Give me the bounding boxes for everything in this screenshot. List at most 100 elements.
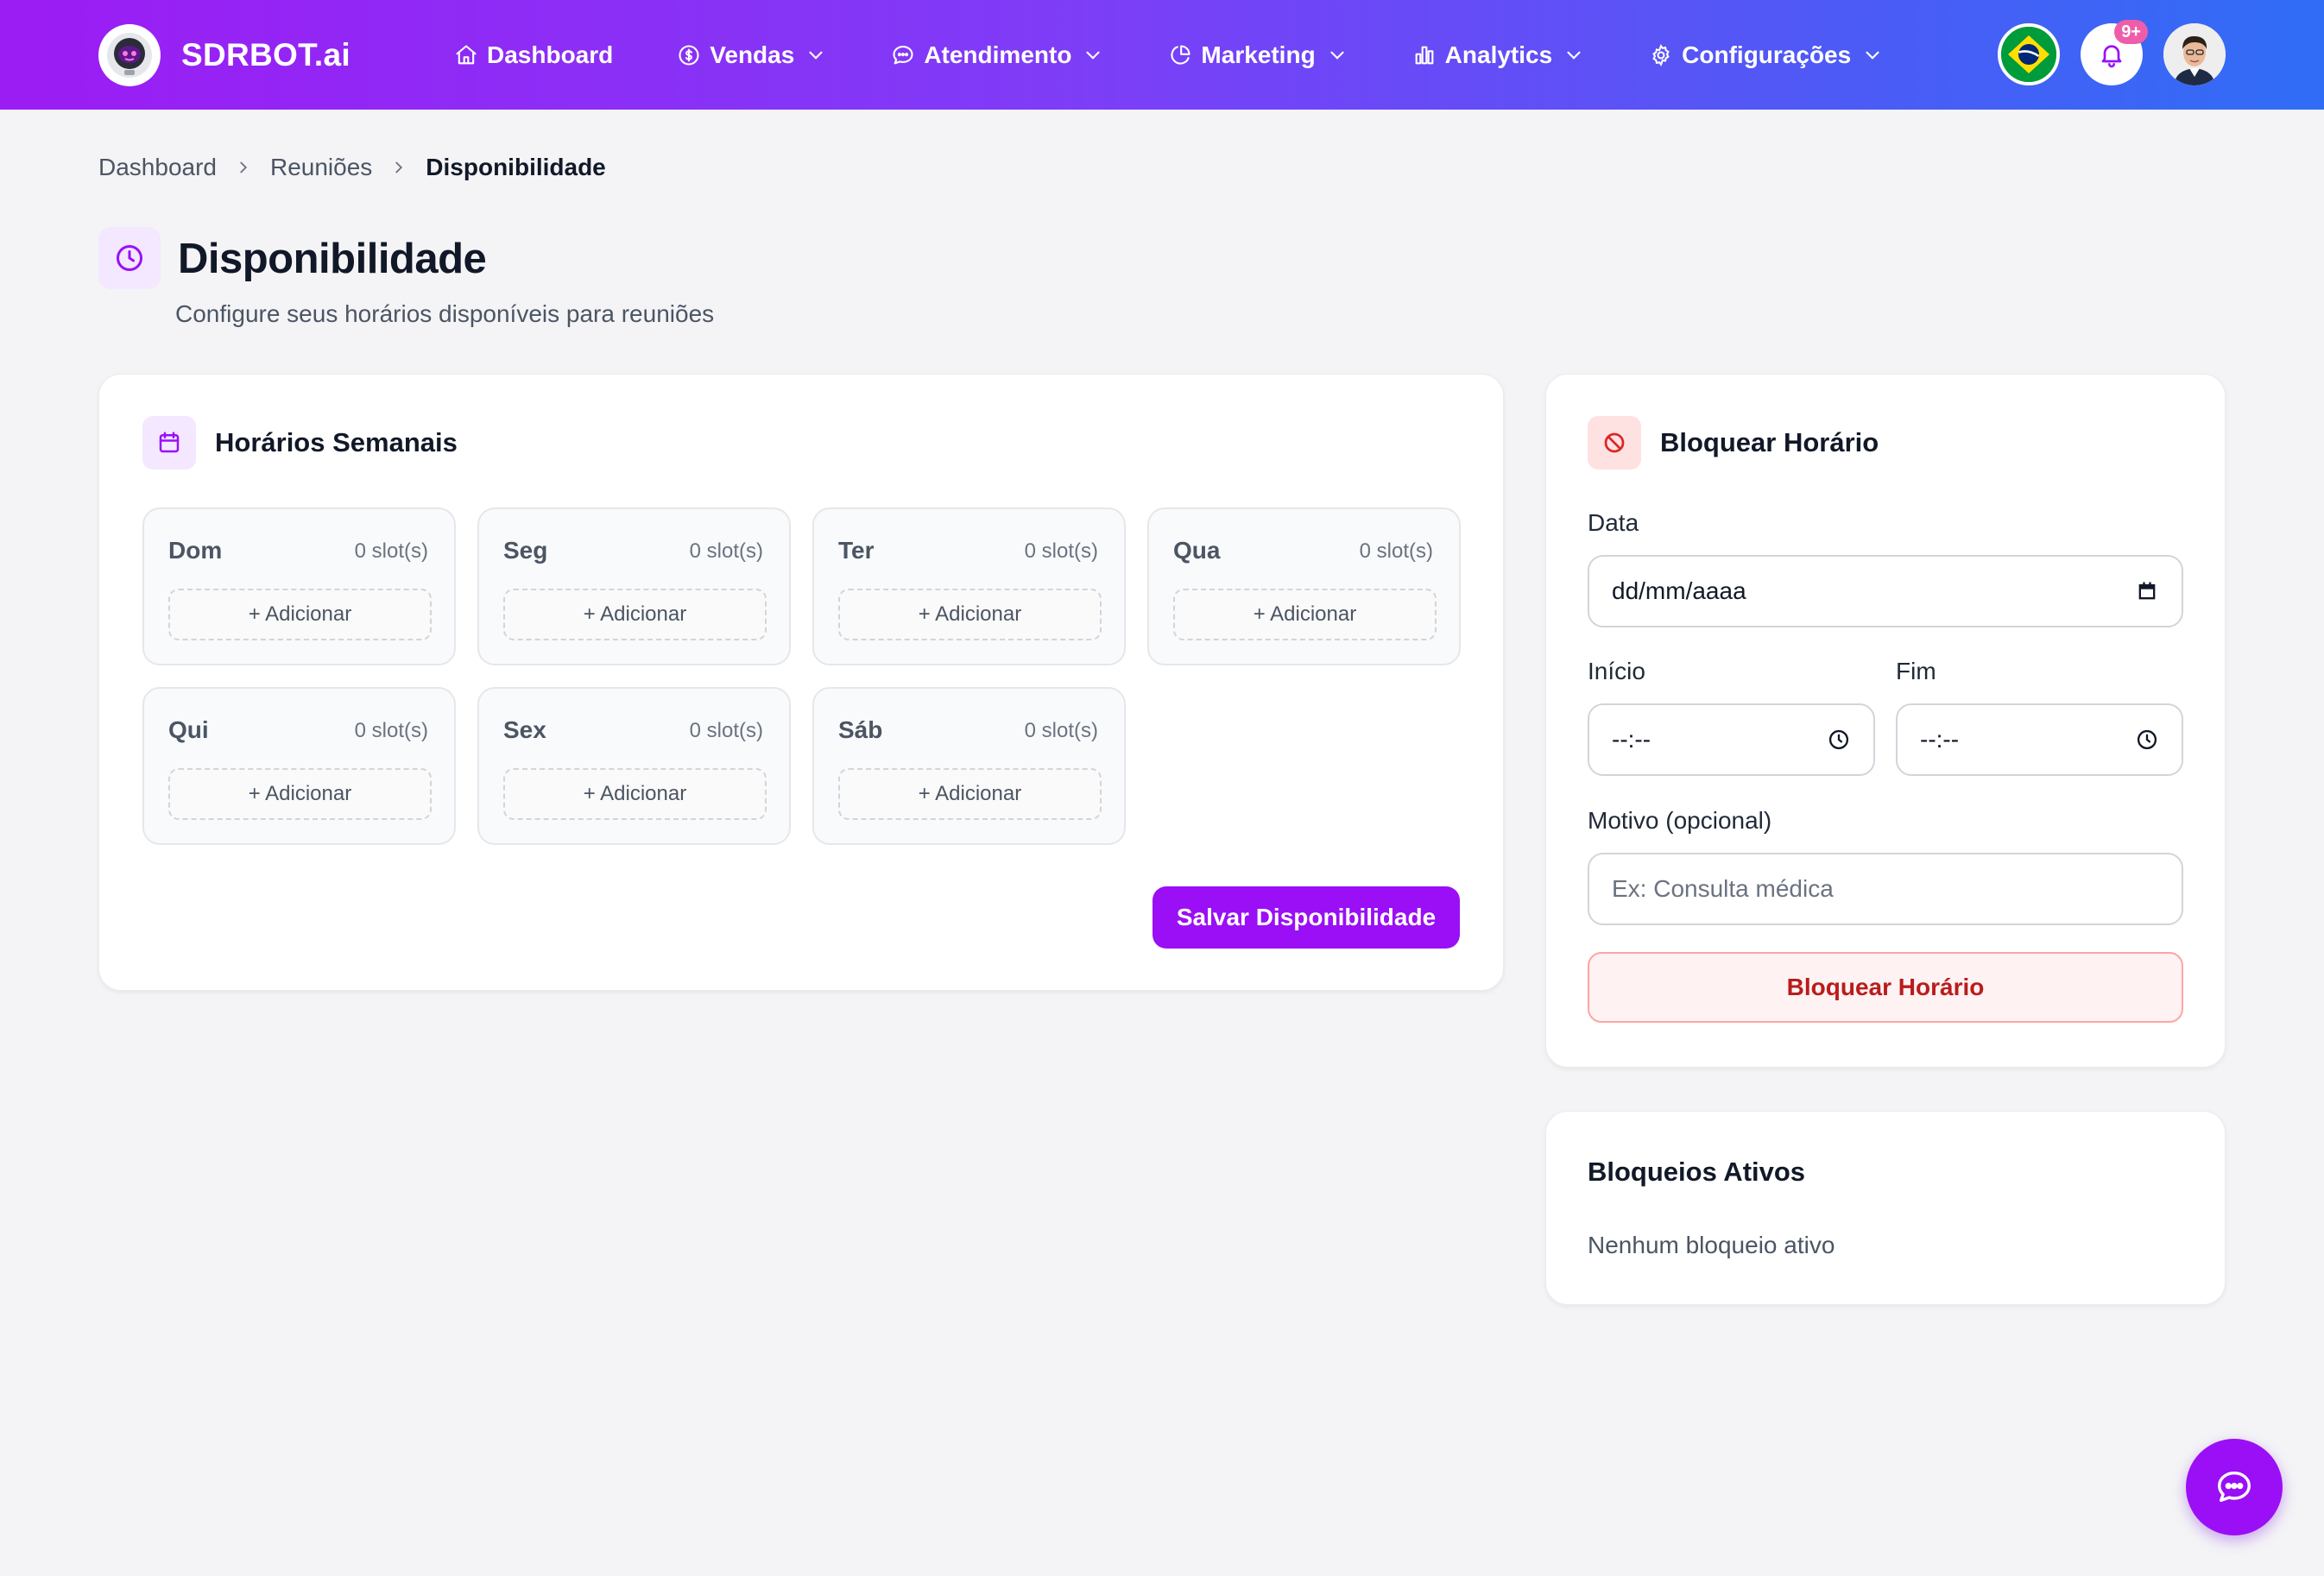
nav-item-vendas[interactable]: Vendas bbox=[677, 41, 827, 69]
nav-item-label: Marketing bbox=[1201, 41, 1316, 68]
save-availability-button[interactable]: Salvar Disponibilidade bbox=[1153, 886, 1460, 949]
nav-item-configuracoes[interactable]: Configurações bbox=[1649, 41, 1884, 69]
nav-item-marketing[interactable]: Marketing bbox=[1168, 41, 1348, 69]
block-time-title: Bloquear Horário bbox=[1660, 427, 1879, 457]
page-title: Disponibilidade bbox=[178, 236, 487, 282]
chevron-down-icon bbox=[1086, 51, 1101, 60]
add-slot-button-dom[interactable]: + Adicionar bbox=[168, 589, 432, 640]
brand-link[interactable]: SDRBOT.ai bbox=[98, 24, 350, 86]
reason-label: Motivo (opcional) bbox=[1588, 807, 1772, 834]
slot-count: 0 slot(s) bbox=[1024, 539, 1098, 563]
add-slot-button-seg[interactable]: + Adicionar bbox=[503, 589, 767, 640]
start-time-value: --:-- bbox=[1612, 726, 1651, 753]
day-name: Sáb bbox=[838, 716, 883, 743]
day-name: Sex bbox=[503, 716, 546, 743]
day-card-ter: Ter 0 slot(s) + Adicionar bbox=[812, 507, 1126, 665]
date-label: Data bbox=[1588, 509, 1639, 536]
chat-support-button[interactable] bbox=[2186, 1439, 2283, 1535]
active-blocks-card: Bloqueios Ativos Nenhum bloqueio ativo bbox=[1545, 1111, 2226, 1305]
block-time-button[interactable]: Bloquear Horário bbox=[1588, 952, 2183, 1023]
bell-icon bbox=[2101, 45, 2122, 68]
user-photo-icon bbox=[2163, 23, 2226, 85]
day-name: Qua bbox=[1173, 537, 1221, 564]
days-grid: Dom 0 slot(s) + Adicionar Seg 0 slot(s) … bbox=[142, 507, 1461, 845]
reason-input[interactable]: Ex: Consulta médica bbox=[1588, 853, 2183, 925]
slot-count: 0 slot(s) bbox=[1359, 539, 1433, 563]
top-navbar: SDRBOT.ai Dashboard Vendas Atendimento M… bbox=[0, 0, 2324, 110]
clock-icon bbox=[98, 227, 161, 289]
user-avatar[interactable] bbox=[2163, 23, 2226, 85]
brand-name: SDRBOT.ai bbox=[181, 37, 350, 72]
add-slot-button-qua[interactable]: + Adicionar bbox=[1173, 589, 1437, 640]
nav-item-label: Configurações bbox=[1682, 41, 1852, 68]
weekly-hours-header: Horários Semanais bbox=[142, 416, 458, 470]
end-label: Fim bbox=[1896, 658, 1936, 684]
slot-count: 0 slot(s) bbox=[354, 719, 428, 742]
brazil-flag-icon bbox=[2001, 27, 2056, 82]
slot-count: 0 slot(s) bbox=[689, 539, 763, 563]
add-slot-button-ter[interactable]: + Adicionar bbox=[838, 589, 1102, 640]
chevron-right-icon bbox=[240, 161, 248, 173]
chevron-down-icon bbox=[809, 51, 823, 60]
home-icon bbox=[456, 44, 477, 64]
weekly-hours-card: Horários Semanais Dom 0 slot(s) + Adicio… bbox=[98, 374, 1504, 991]
reason-placeholder: Ex: Consulta médica bbox=[1612, 875, 1834, 902]
calendar-icon bbox=[142, 416, 196, 470]
day-card-qui: Qui 0 slot(s) + Adicionar bbox=[142, 687, 456, 845]
ban-icon bbox=[1588, 416, 1641, 470]
breadcrumb: Dashboard Reuniões Disponibilidade bbox=[98, 154, 606, 181]
bar-chart-icon bbox=[1415, 46, 1434, 64]
block-time-header: Bloquear Horário bbox=[1588, 416, 1879, 470]
weekly-hours-title: Horários Semanais bbox=[215, 427, 458, 457]
add-slot-button-qui[interactable]: + Adicionar bbox=[168, 768, 432, 820]
gear-icon bbox=[1652, 43, 1670, 66]
chevron-down-icon bbox=[1330, 51, 1344, 60]
nav-item-label: Analytics bbox=[1444, 41, 1553, 68]
slot-count: 0 slot(s) bbox=[354, 539, 428, 563]
nav-item-dashboard[interactable]: Dashboard bbox=[454, 41, 613, 69]
clock-picker-icon[interactable] bbox=[2135, 728, 2159, 752]
breadcrumb-reunioes[interactable]: Reuniões bbox=[270, 154, 372, 181]
day-card-sex: Sex 0 slot(s) + Adicionar bbox=[477, 687, 791, 845]
slot-count: 0 slot(s) bbox=[689, 719, 763, 742]
day-name: Qui bbox=[168, 716, 209, 743]
main-nav: Dashboard Vendas Atendimento Marketing A… bbox=[454, 0, 1948, 110]
nav-item-analytics[interactable]: Analytics bbox=[1412, 41, 1586, 69]
nav-item-label: Vendas bbox=[710, 41, 795, 68]
day-card-sab: Sáb 0 slot(s) + Adicionar bbox=[812, 687, 1126, 845]
add-slot-button-sab[interactable]: + Adicionar bbox=[838, 768, 1102, 820]
active-blocks-title: Bloqueios Ativos bbox=[1588, 1157, 1806, 1187]
pie-chart-icon bbox=[1171, 44, 1190, 65]
breadcrumb-dashboard[interactable]: Dashboard bbox=[98, 154, 217, 181]
add-slot-button-sex[interactable]: + Adicionar bbox=[503, 768, 767, 820]
notification-badge: 9+ bbox=[2114, 20, 2148, 44]
block-time-card: Bloquear Horário Data dd/mm/aaaa Início … bbox=[1545, 374, 2226, 1068]
chevron-down-icon bbox=[1567, 51, 1581, 60]
chat-bubble-icon bbox=[893, 45, 913, 64]
robot-icon bbox=[98, 24, 161, 86]
nav-item-label: Dashboard bbox=[487, 41, 614, 68]
end-time-input[interactable]: --:-- bbox=[1896, 703, 2183, 776]
page-subtitle: Configure seus horários disponíveis para… bbox=[175, 300, 715, 327]
nav-item-label: Atendimento bbox=[924, 41, 1072, 68]
slot-count: 0 slot(s) bbox=[1024, 719, 1098, 742]
notifications-button[interactable]: 9+ bbox=[2081, 20, 2148, 85]
day-card-dom: Dom 0 slot(s) + Adicionar bbox=[142, 507, 456, 665]
active-blocks-empty: Nenhum bloqueio ativo bbox=[1588, 1232, 1835, 1258]
nav-item-atendimento[interactable]: Atendimento bbox=[891, 41, 1104, 69]
day-name: Dom bbox=[168, 537, 223, 564]
date-input-value: dd/mm/aaaa bbox=[1612, 577, 1746, 604]
clock-picker-icon[interactable] bbox=[1827, 728, 1851, 752]
day-name: Ter bbox=[838, 537, 875, 564]
chat-icon bbox=[2218, 1471, 2251, 1503]
language-selector[interactable] bbox=[1998, 23, 2060, 85]
start-label: Início bbox=[1588, 658, 1645, 684]
chevron-right-icon bbox=[395, 161, 403, 173]
chevron-down-icon bbox=[1866, 51, 1879, 60]
day-card-qua: Qua 0 slot(s) + Adicionar bbox=[1147, 507, 1461, 665]
end-time-value: --:-- bbox=[1920, 726, 1960, 753]
calendar-picker-icon[interactable] bbox=[2135, 579, 2159, 603]
start-time-input[interactable]: --:-- bbox=[1588, 703, 1875, 776]
day-card-seg: Seg 0 slot(s) + Adicionar bbox=[477, 507, 791, 665]
date-input[interactable]: dd/mm/aaaa bbox=[1588, 555, 2183, 627]
